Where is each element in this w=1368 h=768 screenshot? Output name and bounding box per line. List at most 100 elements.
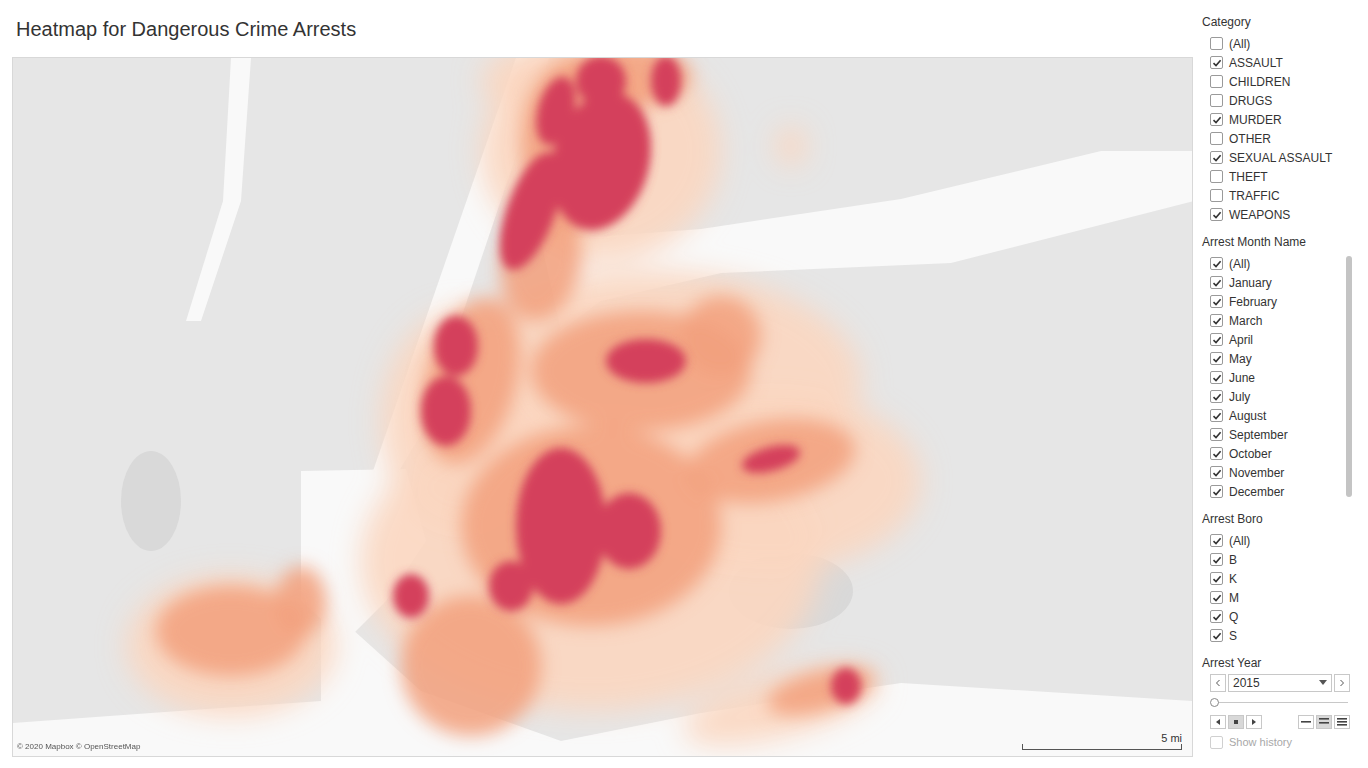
filter-title: Arrest Boro bbox=[1202, 511, 1368, 527]
checkbox[interactable] bbox=[1210, 371, 1223, 384]
filter-item[interactable]: May bbox=[1202, 349, 1346, 368]
filter-item[interactable]: ASSAULT bbox=[1202, 53, 1368, 72]
map-attribution: © 2020 Mapbox © OpenStreetMap bbox=[17, 741, 140, 753]
check-icon bbox=[1212, 335, 1222, 345]
check-icon bbox=[1212, 593, 1222, 603]
checkbox[interactable] bbox=[1210, 591, 1223, 604]
checkbox[interactable] bbox=[1210, 553, 1223, 566]
checkbox[interactable] bbox=[1210, 736, 1223, 749]
filter-item[interactable]: April bbox=[1202, 330, 1346, 349]
filter-item[interactable]: (All) bbox=[1202, 34, 1368, 53]
filter-item[interactable]: TRAFFIC bbox=[1202, 186, 1368, 205]
map-scale: 5 mi bbox=[1022, 732, 1182, 750]
check-icon bbox=[1212, 411, 1222, 421]
speed-button[interactable] bbox=[1298, 715, 1314, 729]
slider-thumb[interactable] bbox=[1210, 698, 1219, 707]
checkbox[interactable] bbox=[1210, 534, 1223, 547]
checkbox[interactable] bbox=[1210, 94, 1223, 107]
filter-item[interactable]: DRUGS bbox=[1202, 91, 1368, 110]
filter-item[interactable]: SEXUAL ASSAULT bbox=[1202, 148, 1368, 167]
filter-item[interactable]: WEAPONS bbox=[1202, 205, 1368, 224]
filter-item[interactable]: February bbox=[1202, 292, 1346, 311]
playback-button[interactable] bbox=[1210, 715, 1226, 729]
check-icon bbox=[1212, 468, 1222, 478]
filter-item[interactable]: July bbox=[1202, 387, 1346, 406]
checkbox[interactable] bbox=[1210, 352, 1223, 365]
check-icon bbox=[1212, 115, 1222, 125]
checkbox[interactable] bbox=[1210, 447, 1223, 460]
checkbox[interactable] bbox=[1210, 151, 1223, 164]
checkbox[interactable] bbox=[1210, 295, 1223, 308]
dashboard: Heatmap for Dangerous Crime Arrests© 202… bbox=[0, 0, 1368, 768]
filter-item[interactable]: THEFT bbox=[1202, 167, 1368, 186]
checkbox[interactable] bbox=[1210, 572, 1223, 585]
prev-year-button[interactable] bbox=[1210, 674, 1226, 692]
check-icon bbox=[1212, 259, 1222, 269]
speed-icon bbox=[1301, 718, 1311, 726]
filter-item[interactable]: B bbox=[1202, 550, 1368, 569]
checkbox[interactable] bbox=[1210, 610, 1223, 623]
filter-item[interactable]: June bbox=[1202, 368, 1346, 387]
playback-button[interactable] bbox=[1246, 715, 1262, 729]
filter-item[interactable]: K bbox=[1202, 569, 1368, 588]
playback-button[interactable] bbox=[1228, 715, 1244, 729]
checkbox[interactable] bbox=[1210, 75, 1223, 88]
filter-item[interactable]: Q bbox=[1202, 607, 1368, 626]
checkbox[interactable] bbox=[1210, 37, 1223, 50]
filter-section: Arrest Month Name (All)JanuaryFebruaryMar… bbox=[1202, 234, 1368, 501]
filter-item[interactable]: September bbox=[1202, 425, 1346, 444]
checkbox[interactable] bbox=[1210, 170, 1223, 183]
check-icon bbox=[1212, 354, 1222, 364]
filter-title: Arrest Month Name bbox=[1202, 234, 1368, 250]
check-icon bbox=[1212, 449, 1222, 459]
checkbox[interactable] bbox=[1210, 409, 1223, 422]
filter-item[interactable]: October bbox=[1202, 444, 1346, 463]
checkbox[interactable] bbox=[1210, 132, 1223, 145]
filter-item[interactable]: November bbox=[1202, 463, 1346, 482]
filter-section: Arrest Boro (All)BKMQS bbox=[1202, 511, 1368, 645]
filter-item[interactable]: (All) bbox=[1202, 254, 1346, 273]
checkbox[interactable] bbox=[1210, 314, 1223, 327]
checkbox[interactable] bbox=[1210, 466, 1223, 479]
playback-icon bbox=[1250, 718, 1258, 726]
scrollbar[interactable] bbox=[1346, 256, 1352, 497]
check-icon bbox=[1212, 58, 1222, 68]
filter-item[interactable]: OTHER bbox=[1202, 129, 1368, 148]
show-history[interactable]: Show history bbox=[1202, 735, 1350, 749]
check-icon bbox=[1212, 210, 1222, 220]
checkbox[interactable] bbox=[1210, 390, 1223, 403]
filter-item[interactable]: S bbox=[1202, 626, 1368, 645]
check-icon bbox=[1212, 153, 1222, 163]
speed-button[interactable] bbox=[1316, 715, 1332, 729]
speed-icon bbox=[1337, 718, 1347, 726]
filter-item[interactable]: MURDER bbox=[1202, 110, 1368, 129]
playback-icon bbox=[1214, 718, 1222, 726]
checkbox[interactable] bbox=[1210, 485, 1223, 498]
filter-panel: Category(All)ASSAULTCHILDRENDRUGSMURDERO… bbox=[1196, 0, 1368, 768]
checkbox[interactable] bbox=[1210, 428, 1223, 441]
filter-item[interactable]: March bbox=[1202, 311, 1346, 330]
filter-item[interactable]: (All) bbox=[1202, 531, 1368, 550]
filter-item[interactable]: December bbox=[1202, 482, 1346, 501]
map[interactable]: © 2020 Mapbox © OpenStreetMap 5 mi bbox=[12, 57, 1193, 757]
speed-button[interactable] bbox=[1334, 715, 1350, 729]
checkbox[interactable] bbox=[1210, 333, 1223, 346]
checkbox[interactable] bbox=[1210, 257, 1223, 270]
filter-section: Category(All)ASSAULTCHILDRENDRUGSMURDERO… bbox=[1202, 14, 1368, 224]
check-icon bbox=[1212, 536, 1222, 546]
checkbox[interactable] bbox=[1210, 56, 1223, 69]
filter-item[interactable]: CHILDREN bbox=[1202, 72, 1368, 91]
filter-item[interactable]: M bbox=[1202, 588, 1368, 607]
year-slider[interactable] bbox=[1210, 696, 1350, 710]
filter-item[interactable]: January bbox=[1202, 273, 1346, 292]
checkbox[interactable] bbox=[1210, 276, 1223, 289]
checkbox[interactable] bbox=[1210, 208, 1223, 221]
checkbox[interactable] bbox=[1210, 629, 1223, 642]
year-dropdown[interactable]: 2015 bbox=[1228, 674, 1332, 692]
checkbox[interactable] bbox=[1210, 113, 1223, 126]
checkbox[interactable] bbox=[1210, 189, 1223, 202]
next-year-button[interactable] bbox=[1334, 674, 1350, 692]
filter-item[interactable]: August bbox=[1202, 406, 1346, 425]
check-icon bbox=[1212, 316, 1222, 326]
dashboard-title: Heatmap for Dangerous Crime Arrests bbox=[0, 0, 1196, 57]
